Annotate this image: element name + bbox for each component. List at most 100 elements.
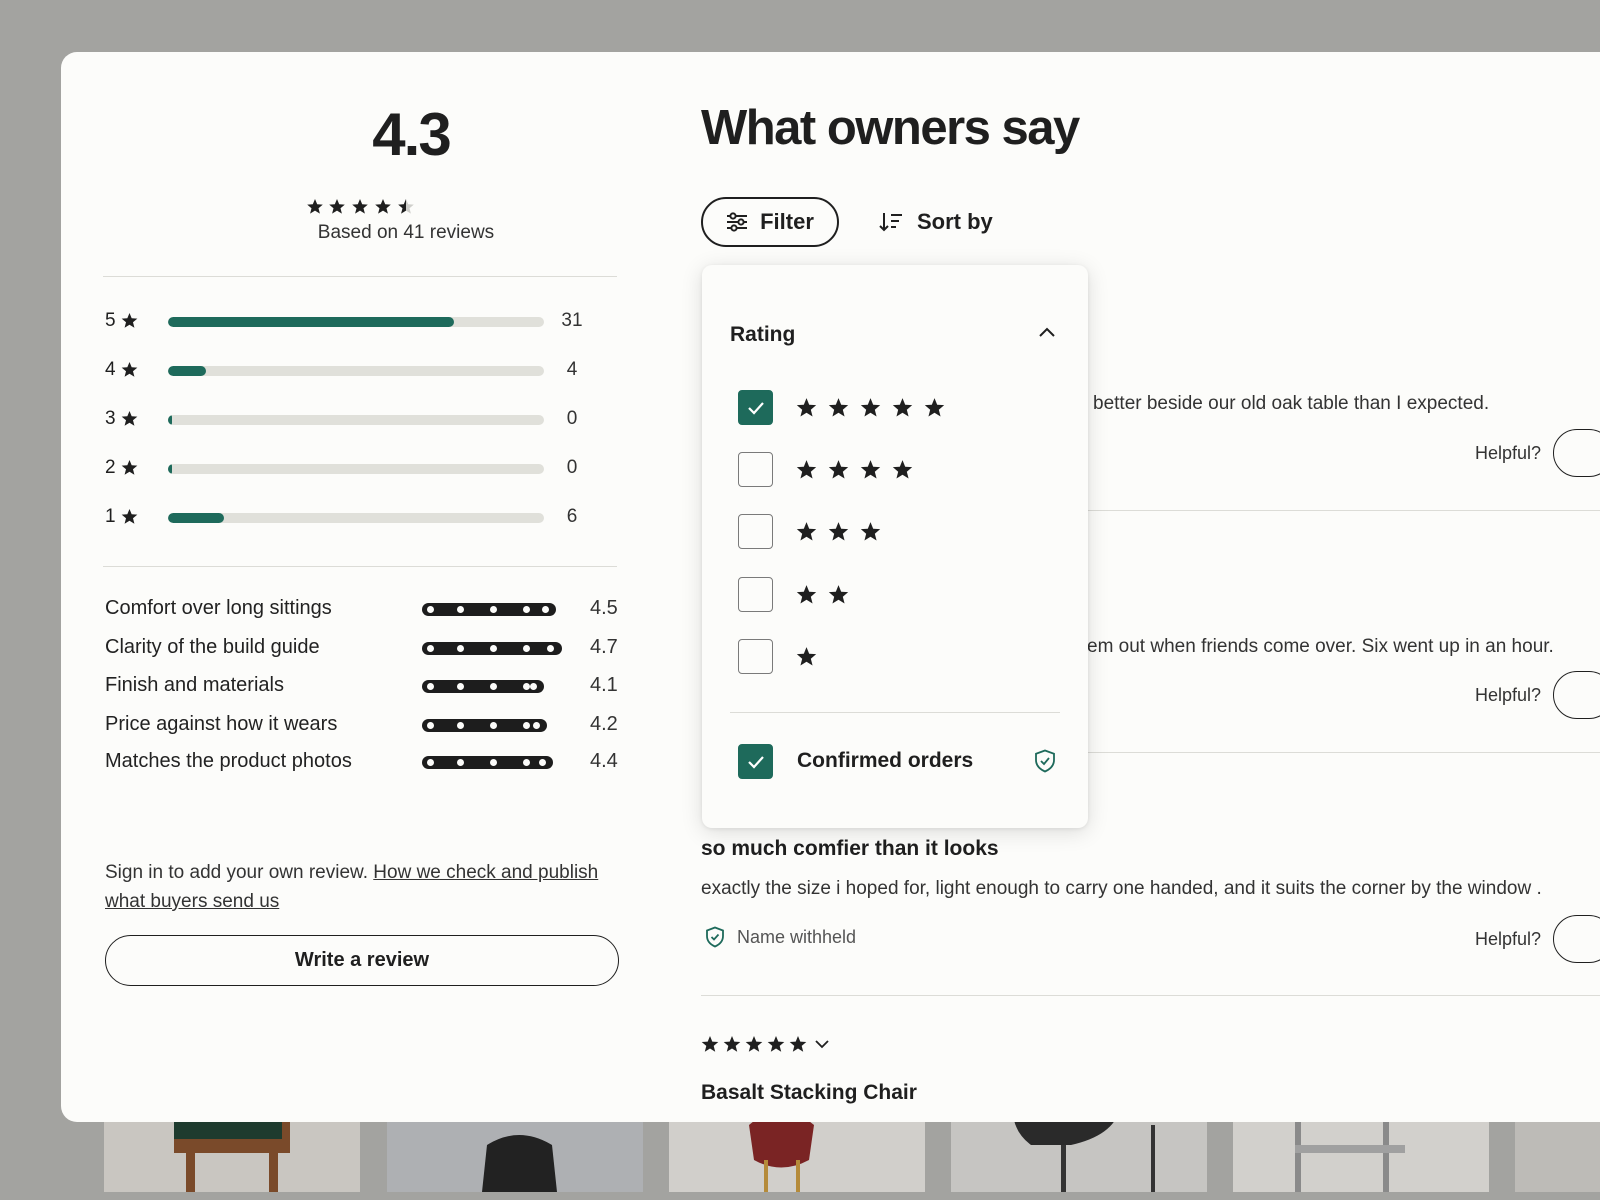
attribute-dot: [457, 683, 464, 690]
review-title: so much comfier than it looks: [701, 837, 999, 860]
attribute-dot: [457, 645, 464, 652]
attribute-dot: [427, 722, 434, 729]
star-icon: [329, 199, 345, 214]
attribute-dot: [523, 683, 530, 690]
rating-section-title: Rating: [730, 323, 796, 346]
review-body: better beside our old oak table than I e…: [1093, 393, 1490, 414]
star-icon: [352, 199, 368, 214]
divider: [701, 995, 1600, 996]
attribute-value: 4.7: [590, 636, 618, 658]
filter-button[interactable]: Filter: [701, 197, 839, 247]
rating-option-5[interactable]: [738, 390, 1058, 426]
review-count: Based on 41 reviews: [317, 222, 495, 243]
divider: [1086, 752, 1600, 753]
rating-option-2[interactable]: [738, 577, 1058, 613]
star-icon: [745, 1036, 763, 1052]
attribute-dot: [542, 606, 549, 613]
attribute-dot: [523, 645, 530, 652]
shield-check-icon: [706, 926, 724, 948]
divider: [103, 276, 617, 277]
distribution-count: 6: [566, 506, 578, 527]
star-icon: [796, 585, 817, 604]
distribution-row[interactable]: 20: [105, 453, 605, 483]
star-icon: [767, 1036, 785, 1052]
attribute-row: Finish and materials 4.1: [105, 672, 645, 702]
star-icon: [121, 410, 138, 426]
distribution-bar: [168, 415, 544, 425]
star-icon: [892, 460, 913, 479]
attribute-dot: [457, 759, 464, 766]
divider: [1086, 510, 1600, 511]
rating-checkbox[interactable]: [738, 514, 773, 549]
rating-checkbox[interactable]: [738, 452, 773, 487]
attribute-dot: [523, 759, 530, 766]
attribute-dot: [547, 645, 554, 652]
chevron-up-icon[interactable]: [1036, 325, 1058, 341]
review-author: Name withheld: [705, 926, 856, 948]
checkmark-icon: [748, 756, 764, 769]
rating-option-4[interactable]: [738, 452, 1058, 488]
review-star-rating: [701, 1036, 829, 1052]
distribution-bar: [168, 317, 544, 327]
attribute-row: Matches the product photos 4.4: [105, 748, 645, 778]
helpful-button[interactable]: [1553, 671, 1600, 719]
attribute-name: Price against how it wears: [105, 713, 338, 735]
page-title: What owners say: [701, 101, 1080, 155]
distribution-count: 4: [566, 359, 578, 380]
attribute-row: Price against how it wears 4.2: [105, 711, 645, 741]
rating-checkbox[interactable]: [738, 390, 773, 425]
distribution-row[interactable]: 44: [105, 355, 605, 385]
star-icon: [796, 398, 817, 417]
distribution-bar: [168, 464, 544, 474]
distribution-row[interactable]: 5 31: [105, 306, 605, 336]
star-icon: [892, 398, 913, 417]
rating-option-stars: [796, 397, 945, 418]
review-body: exactly the size i hoped for, light enou…: [701, 878, 1542, 899]
filter-label: Filter: [760, 209, 814, 234]
attribute-dot: [490, 683, 497, 690]
distribution-row[interactable]: 30: [105, 404, 605, 434]
star-icon: [924, 398, 945, 417]
star-icon: [121, 312, 138, 328]
star-icon: [828, 522, 849, 541]
distribution-stars: 3: [105, 408, 116, 429]
attribute-dot: [530, 683, 537, 690]
distribution-row[interactable]: 16: [105, 502, 605, 532]
rating-checkbox[interactable]: [738, 639, 773, 674]
attribute-dot: [523, 606, 530, 613]
divider: [730, 712, 1060, 713]
attribute-score-bar: [422, 756, 553, 769]
attribute-dot: [539, 759, 546, 766]
sort-button[interactable]: Sort by: [879, 197, 993, 247]
attribute-value: 4.5: [590, 597, 618, 619]
rating-checkbox[interactable]: [738, 577, 773, 612]
helpful-button[interactable]: [1553, 429, 1600, 477]
confirmed-orders-checkbox[interactable]: [738, 744, 773, 779]
confirmed-orders-label: Confirmed orders: [797, 749, 974, 772]
helpful-button[interactable]: [1553, 915, 1600, 963]
write-review-button[interactable]: Write a review: [105, 935, 619, 986]
distribution-bar-fill: [168, 415, 172, 425]
attribute-dot: [490, 645, 497, 652]
checkmark-icon: [748, 402, 764, 415]
attribute-score-bar: [422, 642, 562, 655]
attribute-dot: [457, 606, 464, 613]
star-icon: [796, 460, 817, 479]
attribute-dot: [457, 722, 464, 729]
distribution-count: 0: [566, 408, 578, 429]
attribute-dot: [490, 759, 497, 766]
star-icon: [860, 522, 881, 541]
attribute-score-bar: [422, 680, 544, 693]
attribute-dot: [490, 606, 497, 613]
distribution-bar: [168, 513, 544, 523]
review-stars[interactable]: [701, 1035, 831, 1055]
helpful-label: Helpful?: [1475, 443, 1542, 463]
distribution-bar-fill: [168, 464, 172, 474]
average-rating: 4.3: [372, 101, 451, 168]
rating-option-1[interactable]: [738, 639, 1058, 675]
attribute-name: Comfort over long sittings: [105, 597, 332, 619]
distribution-stars: 5: [105, 310, 116, 331]
rating-option-3[interactable]: [738, 514, 1058, 550]
rating-option-stars: [796, 459, 913, 480]
rating-option-stars: [796, 646, 817, 667]
